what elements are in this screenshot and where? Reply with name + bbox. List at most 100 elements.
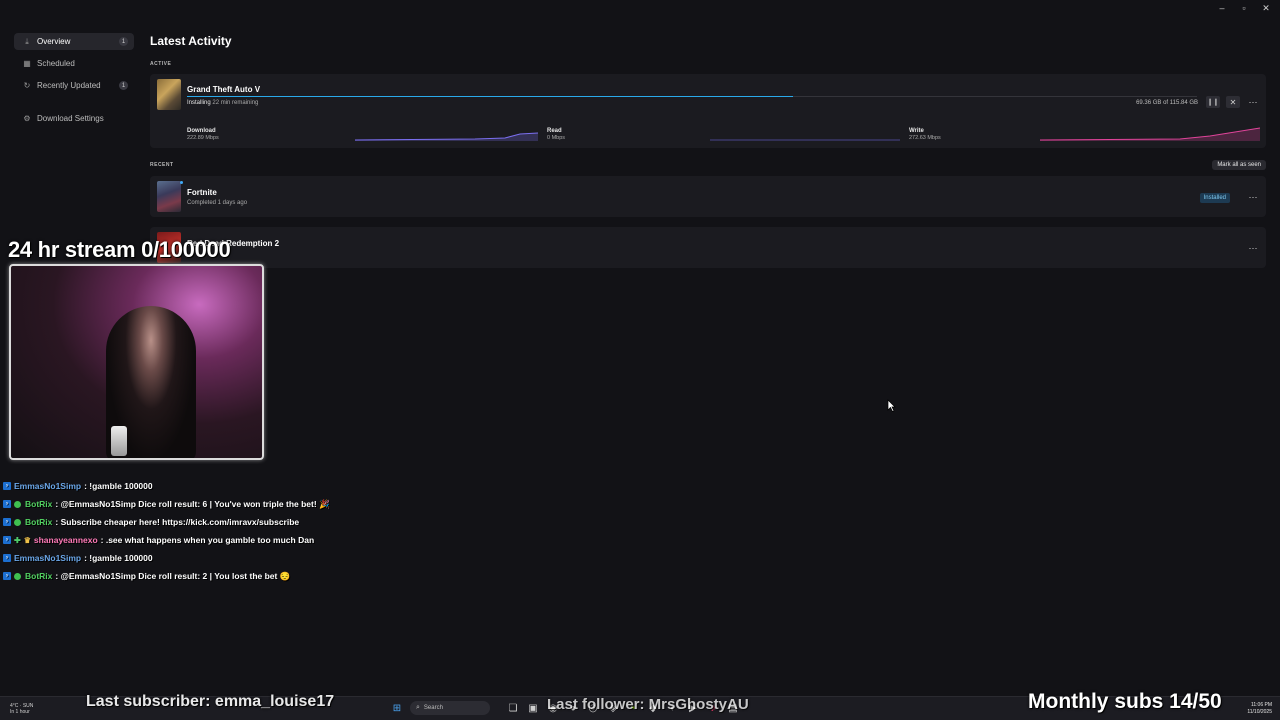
sidebar-item-overview[interactable]: ⤓ Overview 1: [14, 33, 134, 50]
kick-icon: ›: [3, 572, 11, 580]
pause-icon: ❙❙: [1207, 99, 1219, 106]
install-status: Installing 22 min remaining: [187, 100, 259, 106]
game-name[interactable]: Grand Theft Auto V: [187, 85, 260, 94]
count-badge: 1: [119, 81, 128, 90]
sidebar-item-recently-updated[interactable]: ↻ Recently Updated 1: [14, 77, 134, 94]
taskbar-search[interactable]: ⌕ Search: [410, 701, 490, 715]
close-icon: ✕: [1229, 97, 1237, 107]
minimize-button[interactable]: –: [1216, 3, 1228, 14]
write-graph: [1040, 127, 1260, 141]
last-follower: Last follower: MrsGhostyAU: [547, 696, 749, 713]
sidebar-item-label: Download Settings: [37, 114, 104, 123]
metric-value: 222.89 Mbps: [187, 135, 219, 141]
sidebar-item-download-settings[interactable]: ⚙ Download Settings: [14, 110, 134, 127]
chat-message: › BotRix : @EmmasNo1Simp Dice roll resul…: [3, 495, 330, 513]
bot-icon: [14, 518, 21, 526]
last-subscriber: Last subscriber: emma_louise17: [86, 693, 335, 710]
chat-message: › EmmasNo1Simp : !gamble 100000: [3, 477, 330, 495]
more-options-button[interactable]: ⋯: [1246, 242, 1260, 254]
more-options-button[interactable]: ⋯: [1246, 191, 1260, 203]
cancel-download-button[interactable]: ✕: [1226, 96, 1240, 108]
active-download-card: Grand Theft Auto V Installing 22 min rem…: [150, 74, 1266, 148]
pause-button[interactable]: ❙❙: [1206, 96, 1220, 108]
download-metric: Download 222.89 Mbps: [187, 128, 219, 141]
microphone-image: [111, 426, 127, 456]
crown-icon: ♛: [23, 535, 31, 545]
chat-username: EmmasNo1Simp: [14, 553, 82, 563]
game-thumbnail[interactable]: [157, 79, 181, 110]
count-badge: 1: [119, 37, 128, 46]
task-view-icon[interactable]: ❏: [506, 701, 520, 715]
install-progress-fill: [187, 96, 793, 97]
active-section-label: ACTIVE: [150, 61, 172, 67]
page-title: Latest Activity: [150, 34, 232, 48]
more-icon: ⋯: [1248, 242, 1258, 253]
kick-icon: ›: [3, 518, 11, 526]
new-indicator: [180, 181, 183, 184]
sidebar-item-label: Scheduled: [37, 59, 75, 68]
metric-label: Read: [547, 128, 562, 134]
sidebar-item-label: Recently Updated: [37, 81, 101, 90]
clock-time: 11:06 PM: [1250, 702, 1272, 708]
chat-message: › BotRix : Subscribe cheaper here! https…: [3, 513, 330, 531]
recent-item-fortnite[interactable]: Fortnite Completed 1 days ago Installed …: [150, 176, 1266, 217]
game-name: Fortnite: [187, 188, 217, 197]
chat-username: BotRix: [25, 571, 53, 581]
follower-icon: ✚: [14, 535, 21, 545]
chat-text: : @EmmasNo1Simp Dice roll result: 6 | Yo…: [55, 498, 330, 509]
kick-icon: ›: [3, 482, 11, 490]
search-placeholder: Search: [423, 705, 443, 711]
calendar-icon: ▦: [23, 59, 31, 68]
chat-username: BotRix: [25, 499, 53, 509]
chat-message: › BotRix : @EmmasNo1Simp Dice roll resul…: [3, 567, 330, 585]
more-icon: ⋯: [1248, 191, 1258, 202]
metric-label: Write: [909, 128, 924, 134]
chat-username: shanayeannexo: [33, 535, 98, 545]
kick-icon: ›: [3, 500, 11, 508]
download-graph: [355, 132, 538, 141]
windows-start-icon[interactable]: ⊞: [390, 701, 404, 715]
metric-value: 272.63 Mbps: [909, 135, 941, 141]
sidebar: ⤓ Overview 1 ▦ Scheduled ↻ Recently Upda…: [14, 33, 134, 132]
more-options-button[interactable]: ⋯: [1246, 96, 1260, 108]
more-icon: ⋯: [1248, 96, 1258, 107]
chat-text: : !gamble 100000: [84, 481, 153, 491]
chat-username: BotRix: [25, 517, 53, 527]
weather-widget[interactable]: 4°C · SUN In 1 hour: [10, 703, 33, 715]
chat-text: : !gamble 100000: [84, 553, 153, 563]
clock-date: 11/10/2025: [1247, 709, 1272, 715]
gear-icon: ⚙: [23, 114, 31, 123]
webcam-feed: [9, 264, 264, 460]
write-metric: Write 272.63 Mbps: [909, 128, 941, 141]
system-clock[interactable]: 11:06 PM 11/10/2025: [1247, 702, 1272, 716]
metric-label: Download: [187, 128, 216, 134]
recent-section-label: RECENT: [150, 162, 174, 168]
chat-text: : @EmmasNo1Simp Dice roll result: 2 | Yo…: [55, 570, 291, 581]
metric-value: 0 Mbps: [547, 135, 566, 141]
read-metric: Read 0 Mbps: [547, 128, 565, 141]
kick-icon: ›: [3, 536, 11, 544]
chat-message: › ✚ ♛ shanayeannexo : .see what happens …: [3, 531, 330, 549]
refresh-icon: ↻: [23, 81, 31, 90]
game-status: Completed 1 days ago: [187, 200, 248, 206]
chat-text: : Subscribe cheaper here! https://kick.c…: [55, 517, 300, 527]
game-thumbnail: [157, 181, 181, 212]
close-window-button[interactable]: ✕: [1260, 3, 1272, 14]
recent-item-rdr2[interactable]: Red Dead Redemption 2 ⋯: [150, 227, 1266, 268]
mark-all-seen-button[interactable]: Mark all as seen: [1212, 160, 1266, 170]
install-progress-bar: [187, 96, 1197, 97]
bot-icon: [14, 500, 21, 508]
sidebar-item-label: Overview: [37, 37, 71, 46]
maximize-button[interactable]: ▫: [1238, 3, 1250, 14]
stream-title: 24 hr stream 0/100000: [8, 237, 231, 262]
installed-badge: Installed: [1199, 193, 1230, 203]
chat-message: › EmmasNo1Simp : !gamble 100000: [3, 549, 330, 567]
file-explorer-icon[interactable]: ▣: [526, 701, 540, 715]
sidebar-item-scheduled[interactable]: ▦ Scheduled: [14, 55, 134, 72]
monthly-subs-goal: Monthly subs 14/50: [1028, 690, 1222, 713]
download-icon: ⤓: [25, 36, 29, 46]
stream-chat: › EmmasNo1Simp : !gamble 100000 › BotRix…: [3, 477, 330, 585]
download-size: 69.36 GB of 115.84 GB: [1136, 100, 1198, 106]
search-icon: ⌕: [416, 704, 420, 711]
bot-icon: [14, 572, 21, 580]
